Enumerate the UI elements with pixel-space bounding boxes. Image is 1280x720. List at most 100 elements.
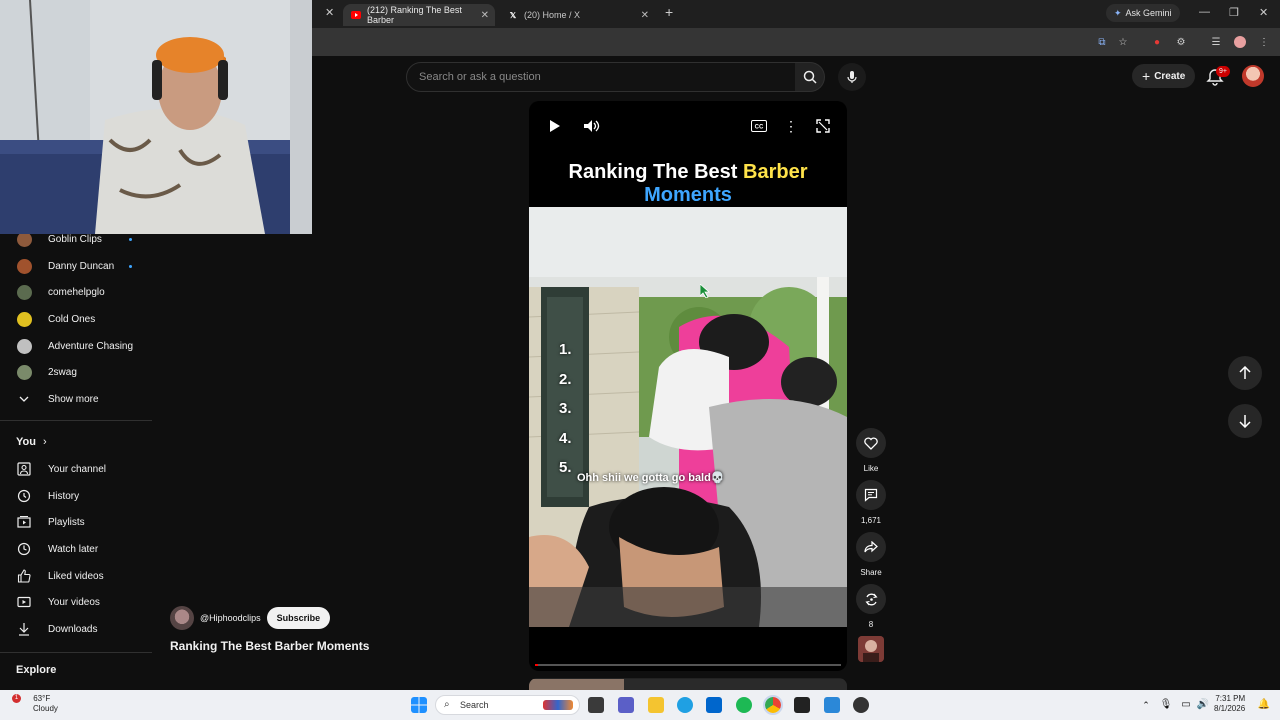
edge-icon[interactable] bbox=[677, 697, 693, 713]
new-tab-icon[interactable]: + bbox=[665, 4, 673, 20]
person-box-icon bbox=[16, 461, 32, 477]
teams-icon[interactable] bbox=[618, 697, 634, 713]
share-action[interactable]: Share bbox=[856, 532, 886, 577]
plus-icon: + bbox=[1142, 68, 1151, 84]
comments-count: 1,671 bbox=[860, 516, 882, 525]
sidebar-item-history[interactable]: History bbox=[0, 483, 152, 509]
sidebar-item-liked-videos[interactable]: Liked videos bbox=[0, 563, 152, 589]
channel-avatar bbox=[16, 364, 32, 380]
video-caption: Ohh shii we gotta go bald💀 bbox=[577, 472, 725, 484]
task-view-icon[interactable] bbox=[588, 697, 604, 713]
spotify-icon[interactable] bbox=[736, 697, 752, 713]
notifications-icon[interactable]: 🔔 bbox=[1256, 697, 1272, 713]
like-button[interactable] bbox=[856, 428, 886, 458]
network-icon[interactable]: ▭ bbox=[1178, 697, 1194, 713]
sidebar-subscription-comehelpglo[interactable]: comehelpglo bbox=[0, 279, 152, 305]
gemini-sparkle-icon: ✦ bbox=[1114, 7, 1122, 18]
weather-alert-icon: 1 bbox=[12, 694, 21, 703]
windows-start-icon[interactable] bbox=[411, 697, 427, 713]
sidebar-item-label: Your videos bbox=[48, 596, 100, 608]
channel-handle[interactable]: @Hiphoodclips bbox=[200, 613, 261, 623]
chevron-up-icon[interactable]: ⌃ bbox=[1138, 697, 1154, 713]
play-icon[interactable] bbox=[546, 117, 564, 135]
app-icon[interactable] bbox=[794, 697, 810, 713]
close-icon[interactable]: ✕ bbox=[641, 10, 649, 21]
channel-avatar[interactable] bbox=[170, 606, 194, 630]
weather-widget[interactable]: 1 63°F Cloudy bbox=[12, 694, 58, 714]
channel-avatar bbox=[16, 311, 32, 327]
show-more-button[interactable]: Show more bbox=[0, 386, 152, 412]
svg-text:CC: CC bbox=[755, 125, 764, 131]
sidebar-item-your-channel[interactable]: Your channel bbox=[0, 456, 152, 482]
tab-x[interactable]: 𝕏 (20) Home / X ✕ bbox=[500, 4, 655, 26]
webcam-overlay bbox=[0, 0, 312, 234]
chrome-icon[interactable] bbox=[763, 695, 783, 715]
fullscreen-icon[interactable] bbox=[814, 117, 832, 135]
video-title[interactable]: Ranking The Best Barber Moments bbox=[170, 639, 369, 653]
channel-avatar bbox=[16, 338, 32, 354]
share-button[interactable] bbox=[856, 532, 886, 562]
comments-action[interactable]: 1,671 bbox=[856, 480, 886, 525]
photos-icon[interactable] bbox=[824, 697, 840, 713]
more-options-icon[interactable]: ⋮ bbox=[782, 117, 800, 135]
sidebar-item-watch-later[interactable]: Watch later bbox=[0, 536, 152, 562]
volume-icon[interactable] bbox=[583, 117, 601, 135]
store-icon[interactable] bbox=[706, 697, 722, 713]
taskbar-search-box[interactable]: ⌕ Search bbox=[435, 695, 580, 715]
bookmark-star-icon[interactable]: ☆ bbox=[1116, 35, 1130, 49]
speaker-icon[interactable]: 🔊 bbox=[1195, 697, 1211, 713]
sidebar-subscription-danny-duncan[interactable]: Danny Duncan bbox=[0, 253, 152, 279]
search-input[interactable]: Search or ask a question bbox=[406, 62, 796, 92]
window-close-icon[interactable]: ✕ bbox=[1259, 6, 1268, 19]
download-icon bbox=[16, 621, 32, 637]
extensions-puzzle-icon[interactable]: ⚙ bbox=[1174, 35, 1188, 49]
ask-gemini-button[interactable]: ✦ Ask Gemini bbox=[1106, 4, 1180, 22]
tab-close-icon[interactable]: ✕ bbox=[325, 6, 334, 19]
next-short-button[interactable] bbox=[1228, 404, 1262, 438]
search-button[interactable] bbox=[795, 62, 825, 92]
system-clock[interactable]: 7:31 PM 8/1/2026 bbox=[1214, 694, 1245, 714]
sidebar-subscription-adventure-chasing[interactable]: Adventure Chasing bbox=[0, 333, 152, 359]
sidebar-subscription-2swag[interactable]: 2swag bbox=[0, 359, 152, 385]
close-icon[interactable]: ✕ bbox=[481, 10, 489, 21]
previous-short-button[interactable] bbox=[1228, 356, 1262, 390]
like-action[interactable]: Like bbox=[856, 428, 886, 473]
account-avatar[interactable] bbox=[1242, 65, 1264, 87]
remix-action[interactable]: 8 bbox=[856, 584, 886, 629]
restore-icon[interactable]: ❐ bbox=[1229, 6, 1239, 19]
next-short-preview[interactable] bbox=[529, 678, 847, 690]
profile-avatar-icon[interactable] bbox=[1233, 35, 1247, 49]
rank-number: 3. bbox=[559, 400, 572, 417]
minimize-icon[interactable]: — bbox=[1199, 6, 1210, 18]
remix-icon bbox=[864, 593, 878, 605]
ask-gemini-label: Ask Gemini bbox=[1125, 8, 1172, 18]
shorts-player[interactable]: CC ⋮ Ranking The Best Barber Moments 1. … bbox=[529, 101, 847, 671]
progress-fill bbox=[535, 664, 539, 666]
rank-number: 1. bbox=[559, 341, 572, 358]
file-explorer-icon[interactable] bbox=[648, 697, 664, 713]
title-part-blue: Moments bbox=[644, 184, 732, 206]
sidebar-item-your-videos[interactable]: Your videos bbox=[0, 589, 152, 615]
tab-youtube[interactable]: (212) Ranking The Best Barber ✕ bbox=[343, 4, 495, 26]
subscription-label: Goblin Clips bbox=[48, 233, 102, 245]
create-button[interactable]: + Create bbox=[1132, 64, 1196, 88]
progress-bar[interactable] bbox=[535, 664, 841, 666]
sidebar-item-playlists[interactable]: Playlists bbox=[0, 509, 152, 535]
obs-icon[interactable] bbox=[853, 697, 869, 713]
comments-button[interactable] bbox=[856, 480, 886, 510]
sidebar-subscription-cold-ones[interactable]: Cold Ones bbox=[0, 306, 152, 332]
arrow-up-icon bbox=[1239, 366, 1251, 379]
sidebar-item-downloads[interactable]: Downloads bbox=[0, 616, 152, 642]
subscribe-button[interactable]: Subscribe bbox=[266, 607, 331, 629]
clock-date: 8/1/2026 bbox=[1214, 704, 1246, 713]
install-app-icon[interactable]: ⧉ bbox=[1095, 35, 1109, 49]
audio-source-thumbnail[interactable] bbox=[858, 636, 884, 662]
microphone-icon[interactable]: 🎙 bbox=[1158, 697, 1174, 713]
browser-menu-icon[interactable]: ⋮ bbox=[1257, 35, 1271, 49]
remix-button[interactable] bbox=[856, 584, 886, 614]
reading-list-icon[interactable]: ☰ bbox=[1209, 35, 1223, 49]
extension-red-icon[interactable]: ● bbox=[1150, 35, 1164, 49]
voice-search-button[interactable] bbox=[838, 63, 866, 91]
closed-captions-icon[interactable]: CC bbox=[750, 117, 768, 135]
you-section-title[interactable]: You › bbox=[16, 436, 47, 448]
